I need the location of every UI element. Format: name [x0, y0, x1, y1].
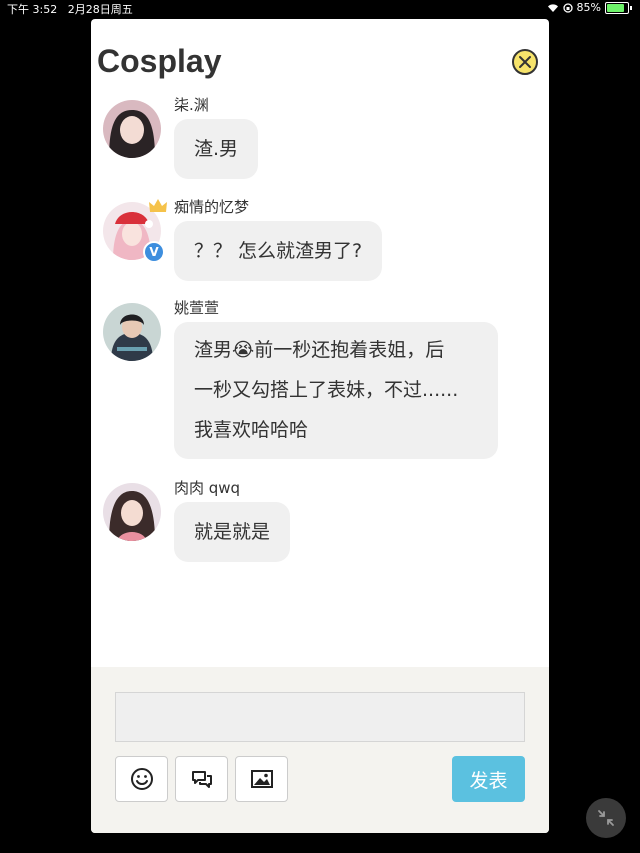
image-icon — [250, 770, 273, 788]
comment-bubble: 渣.男 — [174, 119, 259, 179]
crown-icon — [149, 199, 167, 212]
comment-bubble: 渣男😭前一秒还抱着表姐，后 一秒又勾搭上了表妹，不过...... 我喜欢哈哈哈 — [174, 322, 498, 459]
status-indicators: 85% — [547, 1, 632, 14]
battery-nub — [630, 5, 632, 10]
close-icon — [519, 56, 531, 68]
avatar[interactable] — [103, 483, 161, 541]
status-time-date: 下午 3:52 2月28日周五 — [7, 1, 133, 17]
comment-username[interactable]: 痴情的忆梦 — [174, 196, 249, 217]
submit-button[interactable]: 发表 — [452, 756, 525, 802]
comment-username[interactable]: 肉肉 qwq — [174, 477, 240, 498]
battery-icon — [605, 1, 629, 14]
minimize-icon — [598, 810, 614, 826]
comment-text-line: 渣男😭前一秒还抱着表姐，后 — [194, 339, 445, 361]
comment-bubble: 就是就是 — [174, 502, 291, 562]
comment-text: 渣.男 — [194, 138, 239, 160]
status-bar: 下午 3:52 2月28日周五 85% — [0, 0, 640, 16]
battery-percent: 85% — [576, 1, 601, 14]
avatar[interactable] — [103, 303, 161, 361]
wifi-icon — [547, 3, 558, 12]
comment-bubble: ？？ 怎么就渣男了? — [174, 221, 383, 281]
comment-text: ？？ 怎么就渣男了? — [194, 240, 363, 262]
minimize-button[interactable] — [586, 798, 626, 838]
avatar[interactable] — [103, 100, 161, 158]
comment-username[interactable]: 姚萱萱 — [174, 297, 219, 318]
close-button[interactable] — [512, 49, 538, 75]
comment-username[interactable]: 柒.渊 — [174, 94, 209, 115]
comment-text-line: 一秒又勾搭上了表妹，不过...... — [194, 379, 459, 401]
status-time: 下午 3:52 — [7, 3, 58, 16]
quote-button[interactable] — [175, 756, 228, 802]
speech-bubbles-icon — [191, 771, 212, 788]
smiley-icon — [130, 768, 153, 790]
comment-text-line: 我喜欢哈哈哈 — [194, 419, 309, 441]
comment-input[interactable] — [115, 692, 525, 742]
image-button[interactable] — [235, 756, 288, 802]
comment-composer: 发表 — [91, 667, 549, 833]
comments-modal: Cosplay 柒.渊 渣.男 V 痴情的忆梦 ？？ 怎么就渣男了? 姚萱萱 渣… — [91, 19, 549, 833]
modal-title: Cosplay — [97, 43, 222, 79]
verified-badge: V — [143, 241, 165, 263]
status-date: 2月28日周五 — [67, 3, 133, 16]
comment-text: 就是就是 — [194, 521, 271, 543]
emoji-button[interactable] — [115, 756, 168, 802]
orientation-lock-icon — [562, 2, 573, 13]
